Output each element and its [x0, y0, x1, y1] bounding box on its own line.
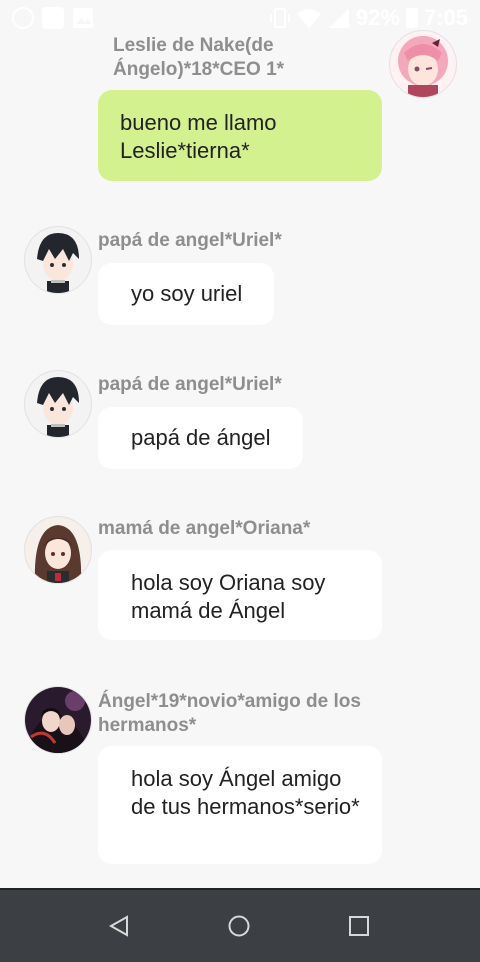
message-sender: mamá de angel*Oriana*	[98, 518, 311, 539]
message-bubble[interactable]: papá de ángel	[98, 407, 303, 469]
message-sender: Ángel*19*novio*amigo de los hermanos*	[98, 691, 361, 736]
back-icon	[108, 915, 128, 937]
avatar[interactable]	[24, 226, 92, 294]
recents-icon	[349, 916, 369, 936]
message-sender: Leslie de Nake(de Ángelo)*18*CEO 1*	[113, 35, 285, 80]
message-sender: papá de angel*Uriel*	[98, 374, 282, 395]
back-button[interactable]	[101, 908, 137, 944]
navigation-bar	[0, 888, 480, 962]
avatar[interactable]	[389, 30, 457, 98]
message-bubble[interactable]: hola soy Ángel amigo de tus hermanos*ser…	[98, 746, 382, 864]
avatar[interactable]	[24, 370, 92, 438]
dark-hair-anime-boy-avatar	[25, 227, 91, 293]
pink-hair-anime-girl-avatar	[390, 31, 456, 97]
avatar[interactable]	[24, 686, 92, 754]
message-bubble[interactable]: yo soy uriel	[98, 263, 274, 325]
dark-hair-anime-boy-avatar	[25, 371, 91, 437]
message-bubble[interactable]: bueno me llamo Leslie*tierna*	[98, 90, 382, 181]
message-sender: papá de angel*Uriel*	[98, 230, 282, 251]
chat-area[interactable]: Leslie de Nake(de Ángelo)*18*CEO 1* buen…	[0, 0, 480, 888]
home-icon	[228, 915, 250, 937]
avatar[interactable]	[24, 516, 92, 584]
home-button[interactable]	[221, 908, 257, 944]
recents-button[interactable]	[341, 908, 377, 944]
brown-hair-anime-girl-avatar	[25, 517, 91, 583]
dark-anime-couple-avatar	[25, 687, 91, 753]
message-bubble[interactable]: hola soy Oriana soy mamá de Ángel	[98, 550, 382, 640]
